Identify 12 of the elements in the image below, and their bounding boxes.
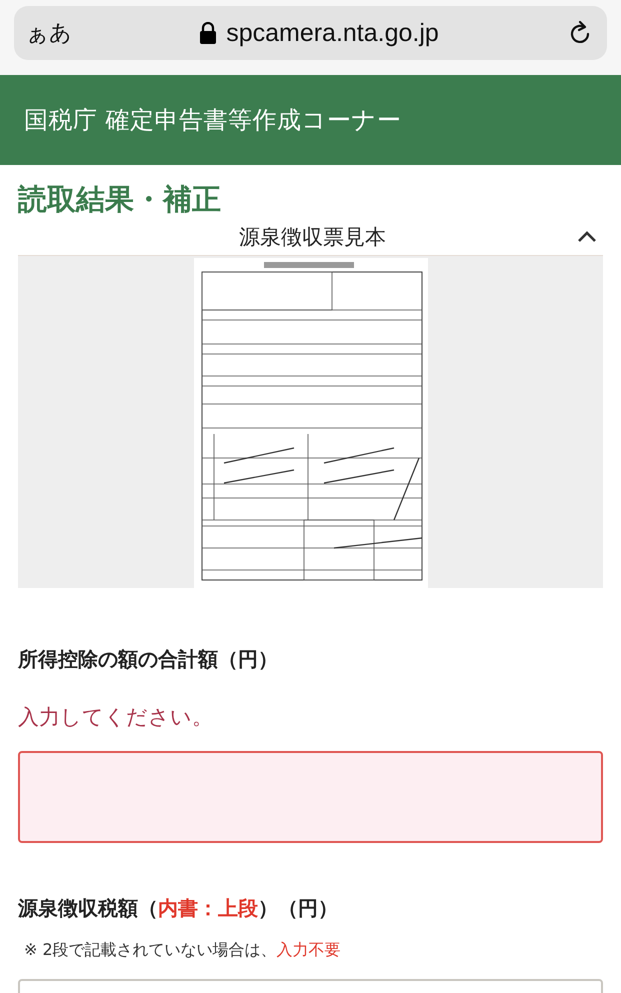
sample-panel-header[interactable]: 源泉徴収票見本: [18, 219, 603, 255]
input-field[interactable]: [18, 751, 603, 843]
error-message: 入力してください。: [18, 704, 214, 731]
field-label: 源泉徴収税額（内書：上段）（円）: [18, 895, 339, 922]
page-heading: 読取結果・補正: [18, 181, 222, 218]
text-size-button[interactable]: ぁあ: [26, 18, 72, 48]
site-title: 国税庁 確定申告書等作成コーナー: [24, 105, 402, 136]
address-bar[interactable]: spcamera.nta.go.jp: [226, 18, 439, 48]
caret-icon[interactable]: [577, 231, 597, 243]
field-note: ※ 2段で記載されていない場合は、入力不要: [24, 940, 342, 961]
lock-icon: [200, 22, 216, 44]
field-label: 所得控除の額の合計額（円）: [18, 646, 279, 673]
